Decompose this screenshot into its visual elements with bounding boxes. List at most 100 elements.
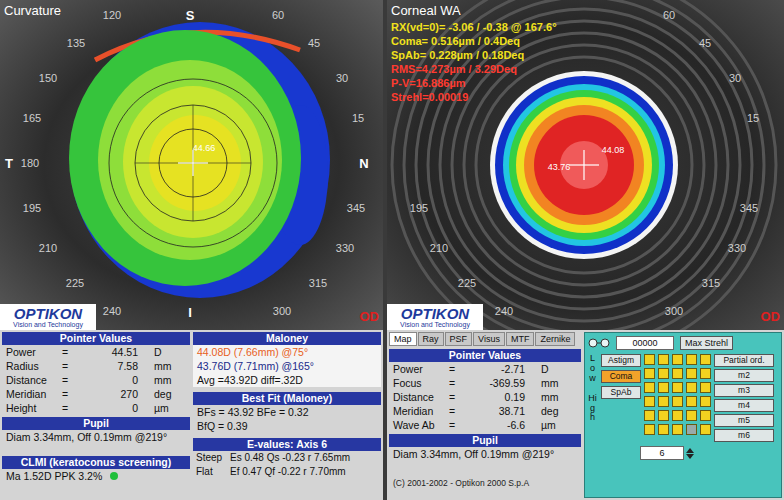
pointer-row: Distance=0mm <box>2 373 190 387</box>
zernike-term-toggle[interactable] <box>658 382 669 393</box>
zernike-term-toggle[interactable] <box>644 368 655 379</box>
best-fit-line: BfQ = 0.39 <box>193 419 381 433</box>
best-fit-line: BFs = 43.92 BFe = 0.32 <box>193 405 381 419</box>
curvature-map-view[interactable]: Curvature 120S60135451503016515T180N1953… <box>0 0 383 330</box>
pointer-row: Radius=7.58mm <box>2 359 190 373</box>
zernike-term-toggle[interactable] <box>644 382 655 393</box>
zernike-control-panel: 00000 Max Strehl LowHigh AstigmComaSpAb … <box>584 332 782 498</box>
maloney-line: Avg =43.92D diff=.32D <box>193 373 381 387</box>
view-tab[interactable]: Map <box>389 332 417 346</box>
maloney-line: 43.76D (7.71mm) @165° <box>193 359 381 373</box>
zernike-term-toggle[interactable] <box>658 368 669 379</box>
aberration-button[interactable]: SpAb <box>601 386 641 399</box>
zernike-term-toggle[interactable] <box>672 354 683 365</box>
angle-label: 195 <box>410 202 428 214</box>
section-header: Pointer Values <box>2 332 190 345</box>
order-button[interactable]: Partial ord. <box>714 354 774 367</box>
aberration-button[interactable]: Astigm <box>601 354 641 367</box>
value-field[interactable]: 00000 <box>616 336 674 350</box>
eye-label: OD <box>360 309 380 324</box>
zernike-term-toggle[interactable] <box>644 410 655 421</box>
angle-label: 165 <box>23 112 41 124</box>
maloney-line: 44.08D (7.66mm) @75° <box>193 345 381 359</box>
pointer-row: Wave Ab=-6.6µm <box>389 418 581 432</box>
angle-label: 60 <box>663 9 675 21</box>
zernike-term-toggle[interactable] <box>658 410 669 421</box>
wavefront-line: RX(vd=0)= -3.06 / -0.38 @ 167.6° <box>391 20 557 34</box>
clmi-text: Ma 1.52D PPK 3.2% <box>2 469 190 483</box>
wavefront-line: RMS=4.273µm / 3.29Deq <box>391 62 557 76</box>
order-button[interactable]: m4 <box>714 399 774 412</box>
curvature-panel: Curvature 120S60135451503016515T180N1953… <box>0 0 383 500</box>
angle-label: 315 <box>309 277 327 289</box>
pointer-row: Height=0µm <box>2 401 190 415</box>
order-spinner[interactable]: 6 <box>640 446 684 460</box>
axis-label: High <box>588 394 597 424</box>
angle-label: 30 <box>336 72 348 84</box>
view-tab[interactable]: Ray <box>418 332 444 346</box>
order-button[interactable]: m3 <box>714 384 774 397</box>
zernike-term-toggle[interactable] <box>672 368 683 379</box>
max-strehl-button[interactable]: Max Strehl <box>680 336 733 350</box>
zernike-term-toggle[interactable] <box>672 382 683 393</box>
view-tab[interactable]: Zernike <box>535 332 575 346</box>
angle-label: 210 <box>39 242 57 254</box>
zernike-term-toggle[interactable] <box>700 396 711 407</box>
glasses-icon[interactable] <box>588 338 610 348</box>
view-tab[interactable]: PSF <box>445 332 473 346</box>
zernike-term-toggle[interactable] <box>700 424 711 435</box>
zernike-term-toggle[interactable] <box>700 382 711 393</box>
angle-label: 300 <box>665 305 683 317</box>
zernike-term-toggle[interactable] <box>700 354 711 365</box>
angle-label: 150 <box>39 72 57 84</box>
pointer-row: Meridian=270deg <box>2 387 190 401</box>
zernike-term-toggle[interactable] <box>644 354 655 365</box>
angle-label: 240 <box>495 305 513 317</box>
view-tab[interactable]: MTF <box>506 332 535 346</box>
view-tab[interactable]: Visus <box>473 332 505 346</box>
angle-label: 330 <box>728 242 746 254</box>
zernike-term-toggle[interactable] <box>644 424 655 435</box>
spinner-arrows-icon[interactable] <box>686 448 694 459</box>
wavefront-line: Coma= 0.516µm / 0.4Deq <box>391 34 557 48</box>
angle-label: 45 <box>699 37 711 49</box>
pupil-text: Diam 3.34mm, Off 0.19mm @219° <box>2 430 190 444</box>
order-button[interactable]: m6 <box>714 429 774 442</box>
zernike-term-toggle[interactable] <box>644 396 655 407</box>
section-header: E-values: Axis 6 <box>193 438 381 451</box>
zernike-term-toggle[interactable] <box>658 354 669 365</box>
angle-label: 330 <box>336 242 354 254</box>
zernike-term-toggle[interactable] <box>700 368 711 379</box>
axis-label: Low <box>588 354 597 384</box>
angle-label: 15 <box>747 112 759 124</box>
order-button[interactable]: m5 <box>714 414 774 427</box>
zernike-term-toggle[interactable] <box>672 424 683 435</box>
order-button[interactable]: m2 <box>714 369 774 382</box>
zernike-term-toggle[interactable] <box>686 424 697 435</box>
topography-screen: Curvature 120S60135451503016515T180N1953… <box>0 0 784 500</box>
zernike-term-toggle[interactable] <box>658 396 669 407</box>
pointer-row: Power=-2.71D <box>389 362 581 376</box>
angle-label: I <box>188 305 192 320</box>
angle-label: T <box>5 156 13 171</box>
wavefront-map-view[interactable]: Corneal WA RX(vd=0)= -3.06 / -0.38 @ 167… <box>387 0 784 330</box>
section-header: CLMI (keratoconus screening) <box>2 456 190 469</box>
optikon-logo: OPTIKON Vision and Technology <box>0 304 96 330</box>
zernike-term-toggle[interactable] <box>658 424 669 435</box>
zernike-term-toggle[interactable] <box>686 396 697 407</box>
angle-label: 210 <box>430 242 448 254</box>
wavefront-line: SpAb= 0.228µm / 0.18Deq <box>391 48 557 62</box>
zernike-term-toggle[interactable] <box>700 410 711 421</box>
zernike-term-toggle[interactable] <box>686 410 697 421</box>
aberration-button[interactable]: Coma <box>601 370 641 383</box>
zernike-term-toggle[interactable] <box>672 396 683 407</box>
zernike-term-toggle[interactable] <box>686 382 697 393</box>
zernike-term-toggle[interactable] <box>672 410 683 421</box>
zernike-term-toggle[interactable] <box>686 368 697 379</box>
angle-label: 240 <box>103 305 121 317</box>
zernike-term-toggle[interactable] <box>686 354 697 365</box>
wavefront-info: MapRayPSFVisusMTFZernike Pointer Values … <box>387 330 784 500</box>
view-tabs: MapRayPSFVisusMTFZernike <box>389 332 581 346</box>
zernike-grid <box>644 354 711 435</box>
section-header: Pupil <box>389 434 581 447</box>
